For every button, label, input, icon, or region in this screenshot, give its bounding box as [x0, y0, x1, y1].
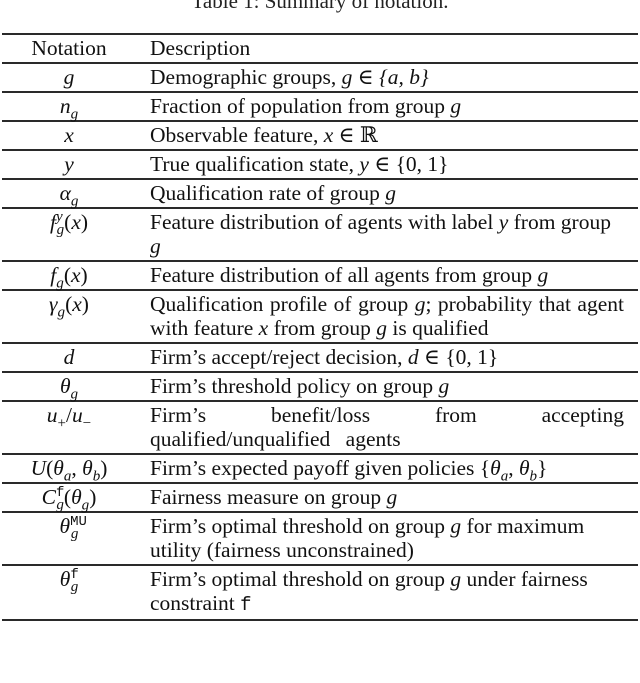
notation-cell: U(θa, θb): [30, 456, 108, 485]
description-cell: Firm’s optimal threshold on group g unde…: [150, 567, 588, 616]
notation-table: Notation Description g Demographic group…: [2, 33, 638, 621]
notation-cell: g: [63, 65, 75, 89]
table-row: θMUg Firm’s optimal threshold on group g…: [2, 512, 638, 565]
table-row: fg(x) Feature distribution of all agents…: [2, 261, 638, 292]
notation-cell: θg: [59, 374, 79, 403]
table-row: θfg Firm’s optimal threshold on group g …: [2, 565, 638, 620]
description-cell: Observable feature, x ∈ ℝ: [150, 123, 378, 147]
notation-cell: γg(x): [49, 292, 89, 321]
table-caption: Table 1: Summary of notation.: [191, 0, 449, 13]
description-cell: Firm’s optimal threshold on group g for …: [150, 514, 585, 562]
table-row: g Demographic groups, g ∈ {a, b}: [2, 63, 638, 92]
notation-cell: d: [63, 345, 75, 369]
table-row: u+/u− Firm’s benefit/loss from accepting…: [2, 401, 638, 454]
table-row: θg Firm’s threshold policy on group g: [2, 372, 638, 403]
description-cell: Firm’s accept/reject decision, d ∈ {0, 1…: [150, 345, 499, 369]
description-cell: Qualification rate of group g: [150, 181, 396, 205]
table-row: y True qualification state, y ∈ {0, 1}: [2, 150, 638, 179]
table-row: d Firm’s accept/reject decision, d ∈ {0,…: [2, 343, 638, 372]
table-row: Cfg(θg) Fairness measure on group g: [2, 483, 638, 514]
notation-cell: fyg(x): [49, 208, 89, 239]
table-row: αg Qualification rate of group g: [2, 179, 638, 210]
description-cell: Fraction of population from group g: [150, 94, 462, 118]
table-row: x Observable feature, x ∈ ℝ: [2, 121, 638, 150]
notation-cell: u+/u−: [46, 403, 92, 432]
description-cell: Firm’s expected payoff given policies {θ…: [150, 456, 548, 485]
table-row: γg(x) Qualification profile of group g; …: [2, 290, 638, 343]
notation-cell: αg: [59, 181, 79, 210]
notation-cell: θMUg: [59, 513, 87, 543]
description-cell: Firm’s threshold policy on group g: [150, 374, 450, 398]
table-row: ng Fraction of population from group g: [2, 92, 638, 123]
notation-cell: ng: [59, 94, 79, 123]
description-cell: Qualification profile of group g; probab…: [150, 292, 624, 340]
notation-cell: Cfg(θg): [41, 484, 97, 514]
description-cell: Firm’s benefit/loss from accepting quali…: [150, 403, 624, 451]
description-cell: Feature distribution of agents with labe…: [150, 210, 611, 258]
notation-cell: y: [64, 152, 74, 176]
description-cell: Demographic groups, g ∈ {a, b}: [150, 65, 429, 89]
notation-cell: θfg: [59, 566, 79, 596]
table-row: U(θa, θb) Firm’s expected payoff given p…: [2, 454, 638, 485]
header-notation: Notation: [31, 36, 107, 60]
table-header-row: Notation Description: [2, 34, 638, 63]
description-cell: Feature distribution of all agents from …: [150, 263, 549, 287]
header-description: Description: [150, 36, 251, 60]
table-row: fyg(x) Feature distribution of agents wi…: [2, 208, 638, 261]
description-cell: Fairness measure on group g: [150, 485, 398, 509]
description-cell: True qualification state, y ∈ {0, 1}: [150, 152, 449, 176]
notation-cell: x: [64, 123, 74, 147]
notation-cell: fg(x): [50, 263, 88, 292]
